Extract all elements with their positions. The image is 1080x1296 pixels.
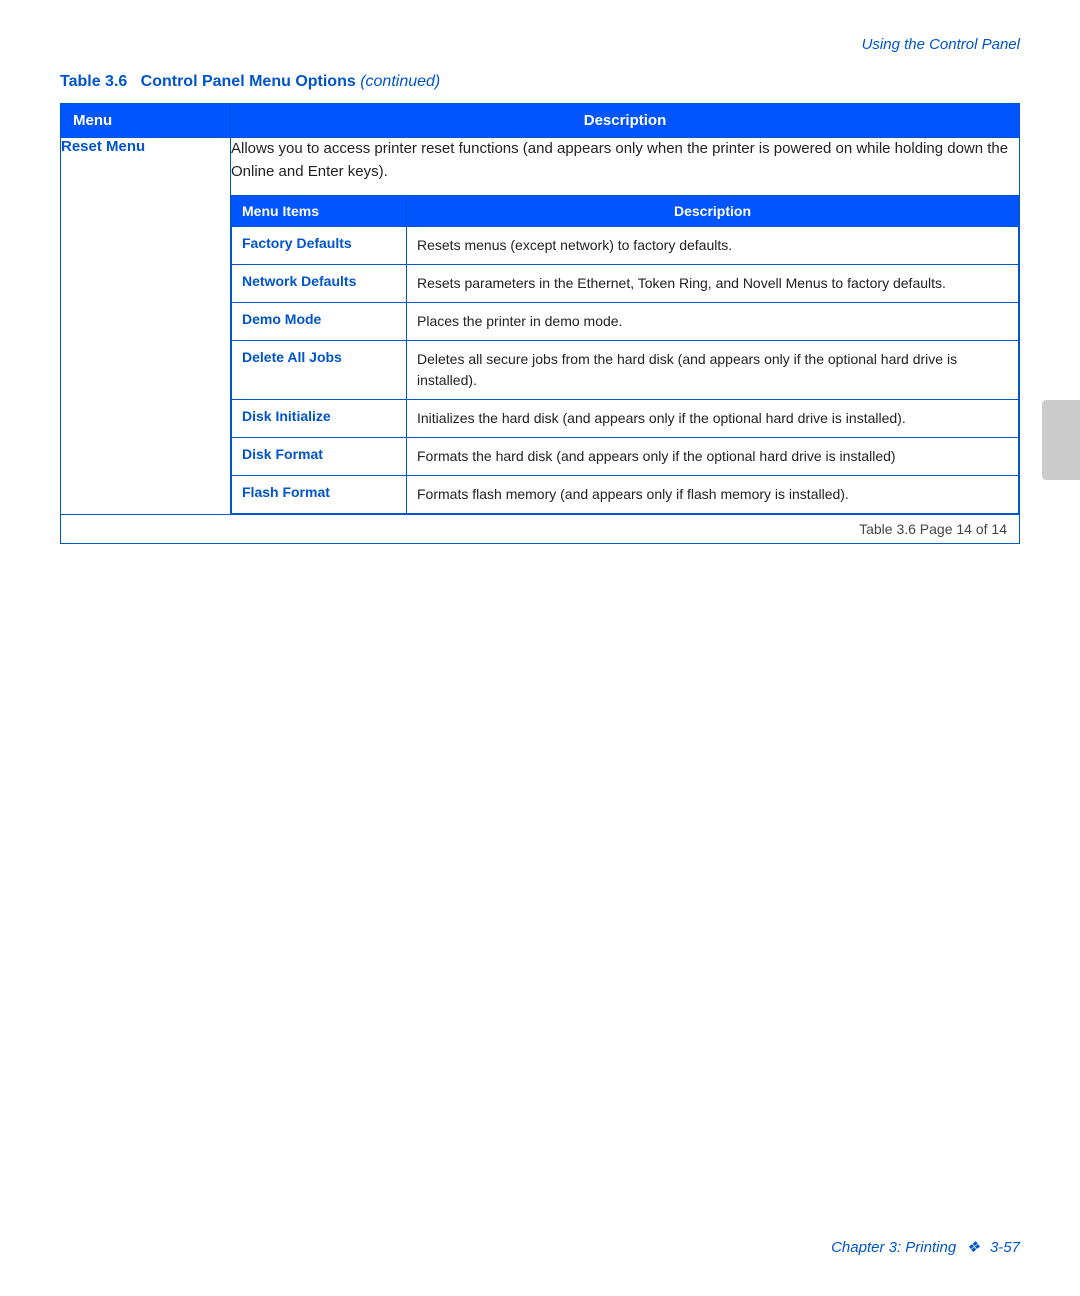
inner-description-header: Description (407, 196, 1019, 227)
pagination-cell: Table 3.6 Page 14 of 14 (61, 515, 1020, 544)
page-header: Using the Control Panel (0, 0, 1080, 63)
chapter-tab (1042, 400, 1080, 480)
inner-menu-item-desc: Formats the hard disk (and appears only … (407, 438, 1019, 476)
inner-table-row: Demo ModePlaces the printer in demo mode… (232, 303, 1019, 341)
inner-menu-item-desc: Places the printer in demo mode. (407, 303, 1019, 341)
page-footer: Chapter 3: Printing ❖ 3-57 (831, 1238, 1020, 1256)
inner-table-row: Disk FormatFormats the hard disk (and ap… (232, 438, 1019, 476)
header-text: Using the Control Panel (862, 36, 1020, 53)
inner-menu-items-header: Menu Items (232, 196, 407, 227)
reset-menu-desc-cell: Allows you to access printer reset funct… (231, 138, 1020, 515)
inner-table-row: Delete All JobsDeletes all secure jobs f… (232, 341, 1019, 400)
inner-menu-item-label: Disk Format (232, 438, 407, 476)
inner-header-row: Menu Items Description (232, 196, 1019, 227)
inner-menu-item-label: Disk Initialize (232, 400, 407, 438)
inner-table-row: Flash FormatFormats flash memory (and ap… (232, 476, 1019, 514)
pagination-text: Table 3.6 Page 14 of 14 (859, 521, 1007, 537)
inner-menu-item-label: Demo Mode (232, 303, 407, 341)
inner-menu-item-desc: Deletes all secure jobs from the hard di… (407, 341, 1019, 400)
inner-table: Menu Items Description Factory DefaultsR… (231, 195, 1019, 514)
inner-table-row: Network DefaultsResets parameters in the… (232, 265, 1019, 303)
inner-menu-item-desc: Resets parameters in the Ethernet, Token… (407, 265, 1019, 303)
inner-menu-item-desc: Initializes the hard disk (and appears o… (407, 400, 1019, 438)
footer-separator: ❖ (966, 1238, 979, 1256)
inner-menu-item-desc: Formats flash memory (and appears only i… (407, 476, 1019, 514)
reset-menu-label: Reset Menu (61, 138, 231, 515)
content-area: Table 3.6 Control Panel Menu Options (co… (0, 63, 1080, 604)
pagination-row: Table 3.6 Page 14 of 14 (61, 515, 1020, 544)
main-header-row: Menu Description (61, 104, 1020, 138)
inner-menu-item-label: Factory Defaults (232, 227, 407, 265)
table-number: Table 3.6 (60, 73, 127, 90)
reset-menu-description: Allows you to access printer reset funct… (231, 138, 1019, 183)
inner-menu-item-desc: Resets menus (except network) to factory… (407, 227, 1019, 265)
footer-chapter: Chapter 3: Printing (831, 1239, 956, 1256)
inner-menu-item-label: Flash Format (232, 476, 407, 514)
inner-menu-item-label: Network Defaults (232, 265, 407, 303)
inner-table-row: Factory DefaultsResets menus (except net… (232, 227, 1019, 265)
footer-page: 3-57 (990, 1239, 1020, 1256)
table-italic-continued: (continued) (360, 73, 440, 90)
inner-table-row: Disk InitializeInitializes the hard disk… (232, 400, 1019, 438)
table-title: Table 3.6 Control Panel Menu Options (co… (60, 73, 1020, 91)
table-bold-title: Control Panel Menu Options (132, 73, 356, 90)
menu-col-header: Menu (61, 104, 231, 138)
main-table: Menu Description Reset Menu Allows you t… (60, 103, 1020, 544)
description-col-header: Description (231, 104, 1020, 138)
inner-menu-item-label: Delete All Jobs (232, 341, 407, 400)
reset-menu-row: Reset Menu Allows you to access printer … (61, 138, 1020, 515)
